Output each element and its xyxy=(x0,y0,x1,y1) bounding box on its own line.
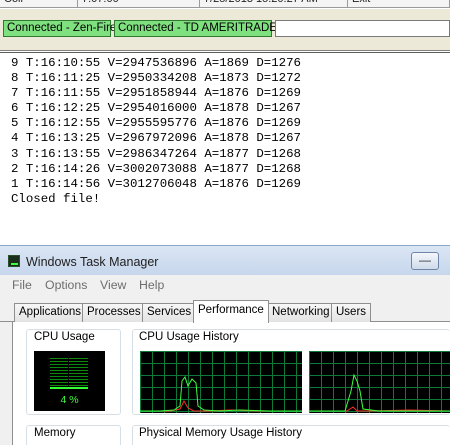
kernel-trace xyxy=(309,406,450,412)
cpu-usage-label: CPU Usage xyxy=(32,331,97,343)
log-line: 1 T:16:14:56 V=3012706048 A=1876 D=1269 xyxy=(11,176,301,191)
table-cell: 7/25/2013 15:20:27 AM xyxy=(200,0,348,7)
tab-strip: Applications Processes Services Performa… xyxy=(0,300,450,323)
log-line: 3 T:16:13:55 V=2986347264 A=1877 D=1268 xyxy=(11,146,301,161)
cpu-trace xyxy=(309,373,450,412)
log-line: 6 T:16:12:25 V=2954016000 A=1878 D=1267 xyxy=(11,101,301,116)
log-line: 8 T:16:11:25 V=2950334208 A=1873 D=1272 xyxy=(11,71,301,86)
cpu-history-graph-core-1 xyxy=(140,351,302,413)
memory-label: Memory xyxy=(32,427,78,439)
tab-performance[interactable]: Performance xyxy=(193,300,269,323)
physical-memory-label: Physical Memory Usage History xyxy=(137,427,304,439)
tab-processes[interactable]: Processes xyxy=(82,303,146,322)
tab-services[interactable]: Services xyxy=(142,303,197,322)
cpu-usage-percent: 4 % xyxy=(60,394,79,406)
tab-networking[interactable]: Networking xyxy=(267,303,335,322)
log-line: 7 T:16:11:55 V=2951858944 A=1876 D=1269 xyxy=(11,86,301,101)
menu-help[interactable]: Help xyxy=(139,278,164,292)
status-bar: Connected - Zen-Fire Connected - TD AMER… xyxy=(0,9,450,51)
window-title: Windows Task Manager xyxy=(26,255,159,269)
cpu-trace xyxy=(140,375,302,412)
cpu-history-trace-core-1 xyxy=(140,375,302,412)
log-line: 5 T:16:12:55 V=2955595776 A=1876 D=1269 xyxy=(11,116,301,131)
table-cell: 7:07:00 xyxy=(78,0,200,7)
tab-applications[interactable]: Applications xyxy=(14,303,87,322)
log-line: 2 T:16:14:26 V=3002073088 A=1877 D=1268 xyxy=(11,161,301,176)
menu-bar: File Options View Help xyxy=(0,275,450,295)
tab-users[interactable]: Users xyxy=(331,303,372,322)
cpu-meter-bars xyxy=(50,357,88,389)
log-line: 9 T:16:10:55 V=2947536896 A=1869 D=1276 xyxy=(11,56,301,70)
cpu-meter-fill xyxy=(50,387,88,389)
log-line: 4 T:16:13:25 V=2967972096 A=1878 D=1267 xyxy=(11,131,301,146)
minimize-button[interactable]: — xyxy=(411,252,439,270)
cpu-history-label: CPU Usage History xyxy=(137,331,241,343)
cpu-usage-meter: 4 % xyxy=(34,351,105,411)
menu-view[interactable]: View xyxy=(100,278,126,292)
menu-options[interactable]: Options xyxy=(45,278,87,292)
table-cell: Coll xyxy=(0,0,78,7)
cpu-history-trace-core-2 xyxy=(309,373,450,412)
table-row-cut-off: Coll 7:07:00 7/25/2013 15:20:27 AM Exit xyxy=(0,0,450,8)
exit-cell[interactable]: Exit xyxy=(348,0,450,7)
task-manager-titlebar[interactable]: Windows Task Manager — xyxy=(0,245,450,275)
task-manager-app-icon xyxy=(8,255,20,267)
td-ameritrade-connection-badge: Connected - TD AMERITRADE xyxy=(114,20,277,37)
zen-fire-connection-badge: Connected - Zen-Fire xyxy=(3,20,116,37)
closed-file-message: Closed file! xyxy=(11,191,101,206)
cpu-history-graph-core-2 xyxy=(309,351,450,413)
menu-file[interactable]: File xyxy=(12,278,32,292)
status-panel xyxy=(275,20,450,37)
console-log: 9 T:16:10:55 V=2947536896 A=1869 D=1276 … xyxy=(0,52,450,245)
kernel-trace xyxy=(140,399,302,412)
